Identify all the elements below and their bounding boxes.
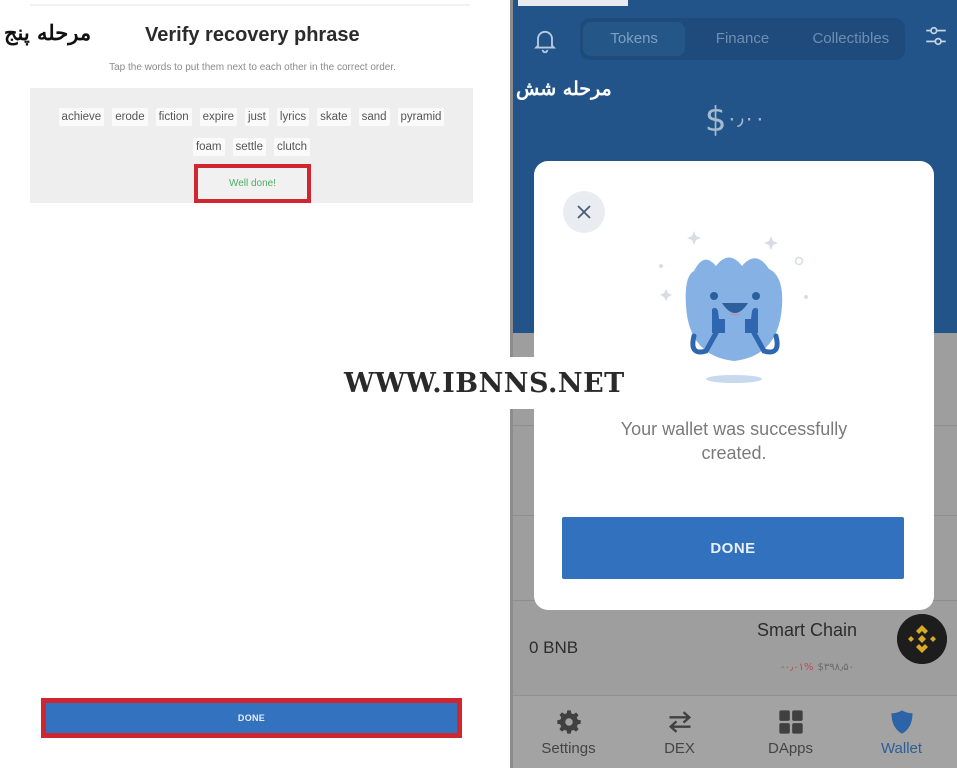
bottom-nav: Settings DEX DApps Wallet: [513, 695, 957, 768]
word-chip[interactable]: lyrics: [276, 108, 310, 126]
word-chip[interactable]: expire: [199, 108, 237, 126]
success-message: Your wallet was successfully created.: [534, 417, 934, 465]
binance-logo-icon: [897, 614, 947, 664]
selected-words-area: achieve erode fiction expire just lyrics…: [30, 88, 473, 203]
close-icon: [577, 205, 591, 219]
nav-label: DEX: [664, 740, 695, 757]
word-chip[interactable]: sand: [358, 108, 390, 126]
word-chip[interactable]: skate: [317, 108, 351, 126]
nav-settings[interactable]: Settings: [513, 696, 624, 768]
word-chip[interactable]: clutch: [274, 138, 311, 156]
token-row[interactable]: 0 BNB Smart Chain -۰٫۰۱% $۳۹۸٫۵۰: [513, 602, 957, 694]
word-chip[interactable]: pyramid: [397, 108, 445, 126]
word-chip[interactable]: achieve: [58, 108, 105, 126]
page-title: Verify recovery phrase: [145, 24, 360, 46]
word-chip[interactable]: foam: [192, 138, 225, 156]
words-row-2: foam settle clutch: [30, 138, 473, 156]
nav-label: DApps: [767, 740, 814, 757]
nav-label: Settings: [541, 740, 596, 757]
nav-label: Wallet: [880, 740, 923, 757]
price-change: -۰٫۰۱%: [781, 662, 814, 673]
nav-wallet[interactable]: Wallet: [846, 696, 957, 768]
words-row-1: achieve erode fiction expire just lyrics…: [30, 108, 473, 126]
tab-collectibles[interactable]: Collectibles: [800, 22, 902, 56]
token-price: -۰٫۰۱% $۳۹۸٫۵۰: [781, 662, 854, 673]
done-button-label: DONE: [237, 713, 266, 723]
step-five-label: مرحله پنج: [4, 20, 92, 45]
nav-dapps[interactable]: DApps: [735, 696, 846, 768]
divider: [30, 4, 470, 6]
word-chip[interactable]: just: [244, 108, 269, 126]
total-balance: $۰٫۰۰: [513, 100, 957, 140]
token-amount: 0 BNB: [529, 638, 579, 657]
success-message-text: Your wallet was successfully created.: [620, 419, 848, 463]
modal-done-button[interactable]: DONE: [562, 517, 904, 579]
instructions-text: Tap the words to put them next to each o…: [109, 62, 396, 73]
tab-tokens[interactable]: Tokens: [583, 22, 686, 56]
token-name: Smart Chain: [757, 620, 858, 640]
nav-dex[interactable]: DEX: [624, 696, 735, 768]
screen: مرحله پنج Verify recovery phrase Tap the…: [0, 0, 957, 768]
success-message: Well done!: [228, 178, 277, 189]
modal-done-label: DONE: [710, 539, 756, 557]
shield-icon: [891, 710, 912, 734]
asset-tabs: Tokens Finance Collectibles: [580, 18, 905, 60]
watermark: WWW.IBNNS.NET: [340, 357, 629, 409]
word-chip[interactable]: erode: [112, 108, 148, 126]
status-bar-fragment: [518, 0, 628, 6]
balance-value: ۰٫۰۰: [726, 106, 766, 130]
step-six-label: مرحله شش: [516, 78, 612, 100]
mascot-illustration: [659, 231, 808, 383]
bell-icon[interactable]: [531, 26, 559, 54]
currency-symbol: $: [704, 100, 727, 140]
price-value: $۳۹۸٫۵۰: [817, 662, 854, 673]
swap-arrows-icon: [668, 711, 691, 733]
close-button[interactable]: [563, 191, 605, 233]
grid-icon: [778, 710, 803, 734]
status-highlight-box: Well done!: [194, 164, 311, 203]
filter-sliders-icon[interactable]: [923, 23, 949, 49]
word-chip[interactable]: fiction: [155, 108, 192, 126]
word-chip[interactable]: settle: [232, 138, 267, 156]
done-button[interactable]: DONE: [41, 698, 462, 738]
tab-finance[interactable]: Finance: [691, 22, 793, 56]
gear-icon: [556, 710, 581, 734]
